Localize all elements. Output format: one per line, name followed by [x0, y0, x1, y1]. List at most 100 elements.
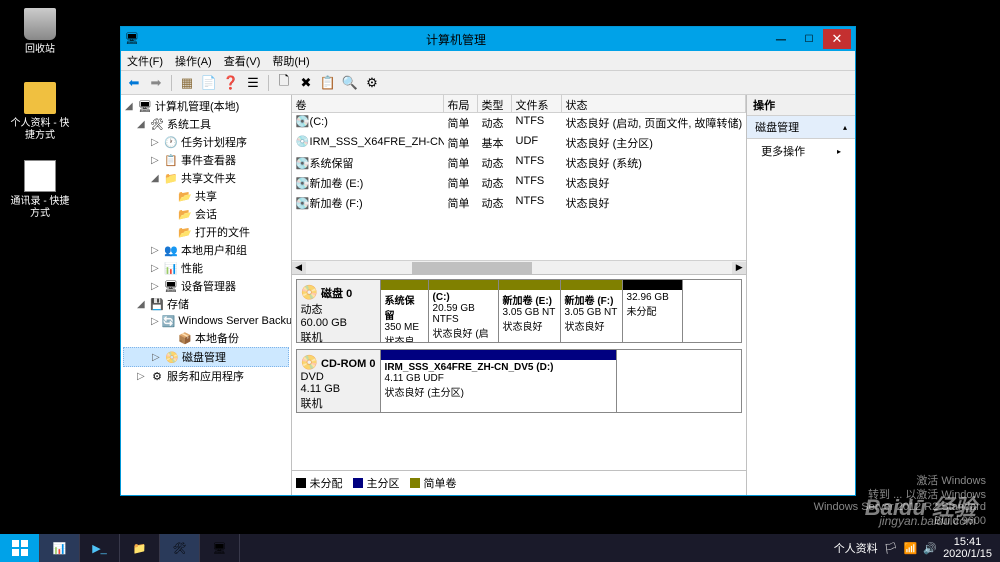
titlebar[interactable]: 🖥 计算机管理 ─ ☐ ✕: [121, 27, 855, 51]
tree-item[interactable]: ▷📀磁盘管理: [123, 347, 289, 367]
tree-item-label: Windows Server Backup: [178, 315, 291, 327]
properties-icon[interactable]: 📄: [200, 74, 218, 92]
col-volume[interactable]: 卷: [292, 95, 444, 112]
disk-row[interactable]: 📀 磁盘 0动态60.00 GB联机系统保留350 ME状态良好(C:)20.5…: [296, 279, 743, 343]
volume-icon: 💽: [296, 115, 310, 128]
forward-button[interactable]: ➡: [147, 74, 165, 92]
tree-item-icon: 📊: [164, 261, 178, 275]
personal-data-shortcut[interactable]: 个人资料 - 快捷方式: [10, 82, 70, 142]
menu-help[interactable]: 帮助(H): [272, 53, 309, 69]
volume-row[interactable]: 💽系统保留简单动态NTFS状态良好 (系统): [292, 153, 747, 173]
grid-icon[interactable]: ▦: [178, 74, 196, 92]
task-computer-management[interactable]: 🛠: [160, 534, 200, 562]
disk-icon: 📀: [301, 354, 318, 370]
tray-flag-icon[interactable]: 🏳: [884, 542, 898, 555]
minimize-button[interactable]: ─: [767, 29, 795, 49]
tree-item[interactable]: ◢💾存储: [123, 295, 289, 313]
close-button[interactable]: ✕: [823, 29, 851, 49]
taskbar: 📊 ▶_ 📁 🛠 🖥 个人资料 🏳 📶 🔊 15:41 2020/1/15: [0, 534, 1000, 562]
volume-icon: 💽: [296, 157, 310, 170]
scroll-right-icon[interactable]: ▶: [732, 262, 746, 274]
tree-item[interactable]: ▷👥本地用户和组: [123, 241, 289, 259]
task-powershell[interactable]: ▶_: [80, 534, 120, 562]
tree-item-label: 事件查看器: [181, 152, 236, 168]
tree-item[interactable]: ▷⚙服务和应用程序: [123, 367, 289, 385]
clock[interactable]: 15:41 2020/1/15: [943, 536, 992, 560]
shortcut-label: 个人资料 - 快捷方式: [10, 118, 70, 142]
settings-icon[interactable]: ⚙: [363, 74, 381, 92]
disk-partition[interactable]: IRM_SSS_X64FRE_ZH-CN_DV5 (D:)4.11 GB UDF…: [381, 350, 617, 412]
tree-item[interactable]: ▷📋事件查看器: [123, 151, 289, 169]
col-type[interactable]: 类型: [478, 95, 512, 112]
tree-item[interactable]: 📂打开的文件: [123, 223, 289, 241]
contacts-shortcut[interactable]: 通讯录 - 快捷方式: [10, 160, 70, 220]
actions-panel: 操作 磁盘管理 更多操作: [747, 95, 855, 495]
menu-file[interactable]: 文件(F): [127, 53, 163, 69]
recycle-bin-icon[interactable]: 回收站: [10, 8, 70, 56]
task-mmc[interactable]: 🖥: [200, 534, 240, 562]
help-icon[interactable]: ❓: [222, 74, 240, 92]
tree-item-label: 任务计划程序: [181, 134, 247, 150]
more-actions-item[interactable]: 更多操作: [747, 139, 855, 163]
format-icon[interactable]: 📋: [319, 74, 337, 92]
back-button[interactable]: ⬅: [125, 74, 143, 92]
tool-icon[interactable]: 🔍: [341, 74, 359, 92]
col-layout[interactable]: 布局: [444, 95, 478, 112]
menu-action[interactable]: 操作(A): [175, 53, 212, 69]
tree-item-label: 打开的文件: [195, 224, 250, 240]
tree-item-icon: 💾: [150, 297, 164, 311]
tree-item[interactable]: ▷🖥设备管理器: [123, 277, 289, 295]
task-explorer[interactable]: 📁: [120, 534, 160, 562]
tree-item[interactable]: ◢🛠系统工具: [123, 115, 289, 133]
delete-icon[interactable]: ✖: [297, 74, 315, 92]
tree-item[interactable]: 📂共享: [123, 187, 289, 205]
volume-row[interactable]: 💿IRM_SSS_X64FRE_ZH-CN_DV5 (D:)简单基本UDF状态良…: [292, 133, 747, 153]
tree-item-icon: 📂: [178, 207, 192, 221]
disk-row[interactable]: 📀 CD-ROM 0DVD4.11 GB联机IRM_SSS_X64FRE_ZH-…: [296, 349, 743, 413]
tree-item-icon: ⚙: [150, 369, 164, 383]
tree-item[interactable]: ▷🔄Windows Server Backup: [123, 313, 289, 329]
scroll-thumb[interactable]: [412, 262, 532, 274]
disk-partition[interactable]: 新加卷 (F:)3.05 GB NT状态良好: [561, 280, 623, 342]
tree-root-label: 计算机管理(本地): [155, 98, 239, 114]
disk-partition[interactable]: 新加卷 (E:)3.05 GB NT状态良好: [499, 280, 561, 342]
volume-row[interactable]: 💽(C:)简单动态NTFS状态良好 (启动, 页面文件, 故障转储): [292, 113, 747, 133]
maximize-button[interactable]: ☐: [795, 29, 823, 49]
tree-item-label: 共享文件夹: [181, 170, 236, 186]
disk-partition[interactable]: (C:)20.59 GB NTFS状态良好 (启动: [429, 280, 499, 342]
menu-view[interactable]: 查看(V): [224, 53, 261, 69]
disk-partition[interactable]: 系统保留350 ME状态良好: [381, 280, 429, 342]
volume-row[interactable]: 💽新加卷 (F:)简单动态NTFS状态良好: [292, 193, 747, 213]
volume-icon: 💽: [296, 177, 310, 190]
list-icon[interactable]: ☰: [244, 74, 262, 92]
disk-partition[interactable]: 32.96 GB未分配: [623, 280, 683, 342]
actions-category[interactable]: 磁盘管理: [747, 116, 855, 139]
center-panel: 卷 布局 类型 文件系统 状态 💽(C:)简单动态NTFS状态良好 (启动, 页…: [292, 95, 748, 495]
refresh-icon[interactable]: 🗋: [275, 74, 293, 92]
tree-item-label: 服务和应用程序: [167, 368, 244, 384]
scroll-left-icon[interactable]: ◀: [292, 262, 306, 274]
tree-item[interactable]: ▷🕐任务计划程序: [123, 133, 289, 151]
disk-label: 📀 磁盘 0动态60.00 GB联机: [297, 280, 381, 342]
tree-item-icon: 👥: [164, 243, 178, 257]
system-tray: 个人资料 🏳 📶 🔊 15:41 2020/1/15: [826, 536, 1000, 560]
tray-text[interactable]: 个人资料: [834, 540, 878, 556]
volume-row[interactable]: 💽新加卷 (E:)简单动态NTFS状态良好: [292, 173, 747, 193]
legend-item: 未分配: [296, 475, 343, 491]
tree-item[interactable]: 📦本地备份: [123, 329, 289, 347]
tree-item[interactable]: ▷📊性能: [123, 259, 289, 277]
task-server-manager[interactable]: 📊: [40, 534, 80, 562]
horizontal-scrollbar[interactable]: ◀ ▶: [292, 260, 747, 274]
col-status[interactable]: 状态: [562, 95, 747, 112]
tree-item[interactable]: ◢📁共享文件夹: [123, 169, 289, 187]
tree-item-label: 系统工具: [167, 116, 211, 132]
tray-network-icon[interactable]: 📶: [904, 542, 918, 555]
col-filesystem[interactable]: 文件系统: [512, 95, 562, 112]
tree-item-label: 存储: [167, 296, 189, 312]
tree-item[interactable]: 📂会话: [123, 205, 289, 223]
tree-root[interactable]: ◢🖥 计算机管理(本地): [123, 97, 289, 115]
tree-item-icon: 🕐: [164, 135, 178, 149]
start-button[interactable]: [0, 534, 40, 562]
menubar: 文件(F) 操作(A) 查看(V) 帮助(H): [121, 51, 855, 71]
tray-sound-icon[interactable]: 🔊: [923, 542, 937, 555]
